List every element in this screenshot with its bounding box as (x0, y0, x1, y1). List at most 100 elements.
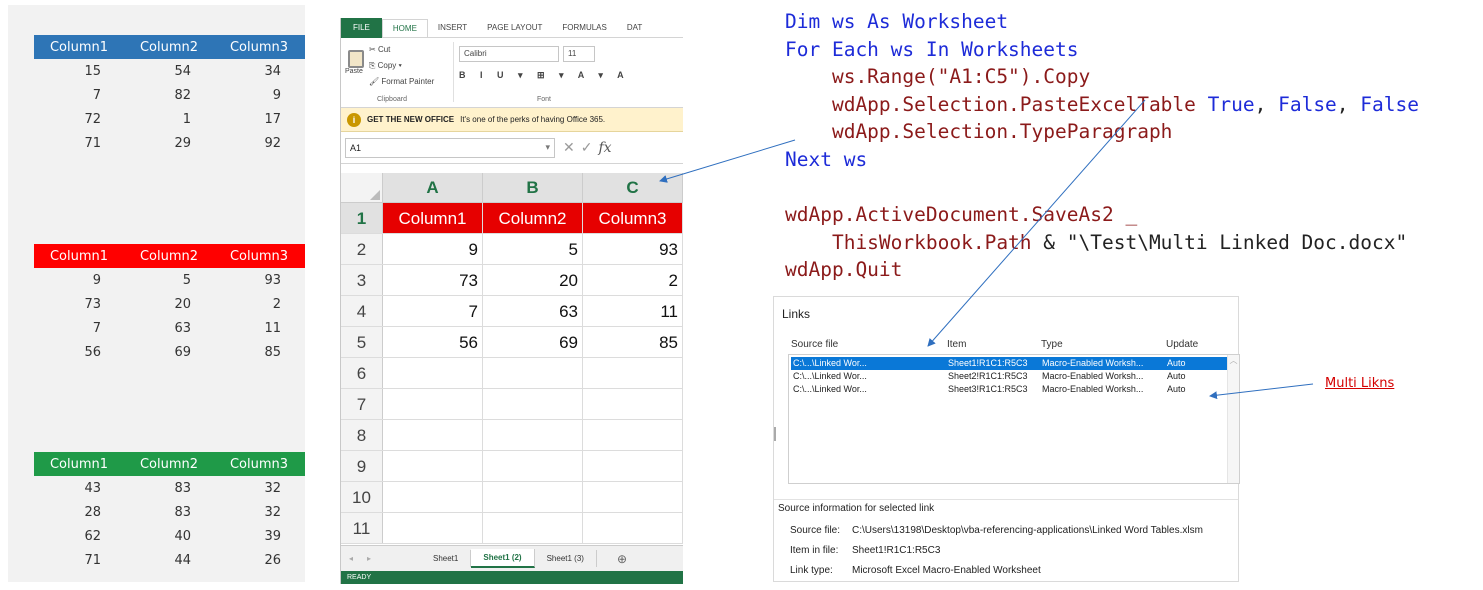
font-name-select[interactable]: Calibri (459, 46, 559, 62)
row-header[interactable]: 4 (341, 296, 383, 326)
grid-cell[interactable]: 73 (383, 265, 483, 295)
grid-cell[interactable] (383, 389, 483, 419)
cancel-enter-icons[interactable]: ✕✓ (563, 139, 598, 156)
grid-cell[interactable]: 11 (583, 296, 683, 326)
grid-cell[interactable] (483, 420, 583, 450)
row-header[interactable]: 8 (341, 420, 383, 450)
grid-cell[interactable] (483, 389, 583, 419)
grid-cell[interactable]: 85 (583, 327, 683, 357)
font-size-select[interactable]: 11 (563, 46, 595, 62)
cut-button[interactable]: ✂ Cut (369, 42, 434, 58)
grid-cell[interactable] (583, 358, 683, 388)
source-tables-panel: Column1 Column2 Column3 15 54 34 7 82 9 72 1 1… (8, 5, 305, 582)
row-header[interactable]: 9 (341, 451, 383, 481)
column-header[interactable]: C (583, 173, 683, 202)
grid-cell[interactable] (483, 513, 583, 543)
tab-formulas[interactable]: FORMULAS (552, 23, 616, 32)
link-row[interactable]: C:\...\Linked Wor... Sheet3!R1C1:R5C3 Ma… (791, 383, 1231, 396)
column-header[interactable]: B (483, 173, 583, 202)
row-header[interactable]: 3 (341, 265, 383, 295)
format-painter-button[interactable]: 🖌 Format Painter (369, 74, 434, 90)
sheet-tab-active[interactable]: Sheet1 (2) (471, 549, 535, 568)
tab-file[interactable]: FILE (341, 18, 382, 38)
table-header: Column1 Column2 Column3 (34, 35, 305, 59)
column-header[interactable]: A (383, 173, 483, 202)
cell: 39 (264, 528, 281, 544)
scroll-up-icon[interactable]: ︿ (1230, 356, 1238, 365)
grid-row: 9 (341, 451, 683, 482)
grid-cell[interactable]: 9 (383, 234, 483, 264)
tab-insert[interactable]: INSERT (428, 23, 477, 32)
grid-cell[interactable] (383, 513, 483, 543)
cell: 11 (264, 320, 281, 336)
grid-cell[interactable]: Column1 (383, 203, 483, 233)
link-row-selected[interactable]: C:\...\Linked Wor... Sheet1!R1C1:R5C3 Ma… (791, 357, 1229, 370)
sheet-tab[interactable]: Sheet1 (421, 550, 472, 567)
code-token: , (1336, 92, 1361, 116)
grid-cell[interactable] (383, 358, 483, 388)
grid-cell[interactable] (483, 451, 583, 481)
grid-cell[interactable] (483, 482, 583, 512)
grid-cell[interactable]: 5 (483, 234, 583, 264)
grid-cell[interactable] (383, 451, 483, 481)
sheet-tab[interactable]: Sheet1 (3) (535, 550, 597, 567)
grid-cell[interactable] (383, 420, 483, 450)
grid-cell[interactable]: 69 (483, 327, 583, 357)
format-buttons[interactable]: B I U ▾ ⊞ ▾ A ▾ A (459, 70, 630, 81)
row-header[interactable]: 11 (341, 513, 383, 543)
dialog-left-edge (774, 427, 776, 441)
notice-text: It's one of the perks of having Office 3… (460, 115, 606, 124)
header-cell: Column2 (139, 456, 199, 472)
tab-home[interactable]: HOME (381, 18, 428, 37)
grid-cell[interactable] (583, 389, 683, 419)
cell: 56 (84, 344, 101, 360)
grid-cell[interactable]: Column2 (483, 203, 583, 233)
tab-data[interactable]: DAT (617, 23, 652, 32)
header-cell: Column2 (139, 39, 199, 55)
links-list[interactable]: C:\...\Linked Wor... Sheet1!R1C1:R5C3 Ma… (788, 354, 1240, 484)
row-header[interactable]: 10 (341, 482, 383, 512)
header-cell: Column3 (229, 39, 289, 55)
worksheet-grid[interactable]: A B C 1 Column1 Column2 Column3 2 9 5 93… (341, 173, 683, 544)
table-row: 71 44 26 (34, 548, 305, 572)
grid-cell[interactable] (383, 482, 483, 512)
row-header[interactable]: 7 (341, 389, 383, 419)
grid-row: 8 (341, 420, 683, 451)
row-header[interactable]: 5 (341, 327, 383, 357)
grid-cell[interactable] (583, 420, 683, 450)
row-header[interactable]: 2 (341, 234, 383, 264)
grid-cell[interactable]: 63 (483, 296, 583, 326)
header-cell: Column1 (49, 456, 109, 472)
header-cell: Column2 (139, 248, 199, 264)
source-file-value: C:\Users\13198\Desktop\vba-referencing-a… (852, 525, 1203, 536)
add-sheet-icon[interactable]: ⊕ (617, 552, 627, 566)
copy-button[interactable]: ⎘ Copy ▾ (369, 58, 434, 74)
grid-cell[interactable]: 56 (383, 327, 483, 357)
grid-cell[interactable]: Column3 (583, 203, 683, 233)
list-scrollbar[interactable]: ︿ (1227, 355, 1239, 483)
fx-icon[interactable]: fx (598, 140, 611, 156)
grid-cell[interactable]: 2 (583, 265, 683, 295)
cell: 2 (272, 296, 281, 312)
grid-cell[interactable]: 20 (483, 265, 583, 295)
links-list-area: Source file Item Type Update C:\...\Link… (786, 329, 1240, 487)
green-table: Column1 Column2 Column3 43 83 32 28 83 32 62… (34, 452, 305, 572)
grid-cell[interactable]: 93 (583, 234, 683, 264)
select-all-corner[interactable] (341, 173, 383, 202)
row-header[interactable]: 1 (341, 203, 383, 233)
tab-page-layout[interactable]: PAGE LAYOUT (477, 23, 552, 32)
name-box[interactable]: A1 (345, 137, 555, 158)
cell: 7 (92, 320, 101, 336)
vba-code-block: Dim ws As Worksheet For Each ws In Works… (785, 8, 1419, 284)
code-token: wdApp.Selection.PasteExcelTable (785, 92, 1208, 116)
grid-cell[interactable] (483, 358, 583, 388)
grid-cell[interactable] (583, 451, 683, 481)
row-header[interactable]: 6 (341, 358, 383, 388)
code-line: For Each ws In Worksheets (785, 37, 1079, 61)
link-row[interactable]: C:\...\Linked Wor... Sheet2!R1C1:R5C3 Ma… (791, 370, 1231, 383)
grid-cell[interactable] (583, 513, 683, 543)
paste-button[interactable]: Paste (345, 50, 369, 86)
grid-cell[interactable] (583, 482, 683, 512)
grid-cell[interactable]: 7 (383, 296, 483, 326)
sheet-nav-arrows[interactable]: ◂▸ (341, 554, 421, 563)
